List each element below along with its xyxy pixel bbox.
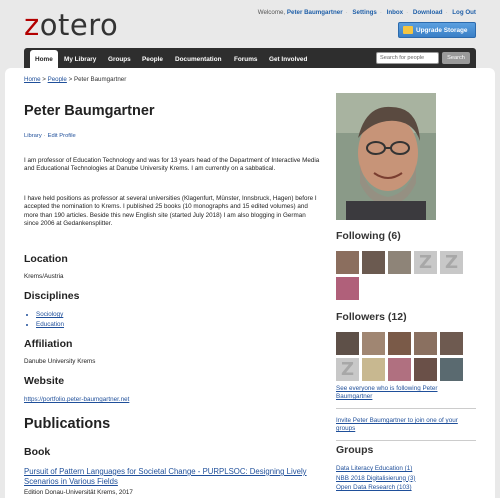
discipline-link[interactable]: Sociology xyxy=(36,311,63,318)
following-heading: Following (6) xyxy=(336,230,401,242)
edit-profile-link[interactable]: Edit Profile xyxy=(48,133,76,139)
portrait-image xyxy=(336,93,436,220)
publications-heading: Publications xyxy=(24,416,111,432)
nav-documentation[interactable]: Documentation xyxy=(170,50,227,68)
nav-my-library[interactable]: My Library xyxy=(59,50,101,68)
follower-avatar[interactable] xyxy=(440,332,463,355)
book-title-link[interactable]: Pursuit of Pattern Languages for Societa… xyxy=(24,467,324,487)
inbox-link[interactable]: Inbox xyxy=(387,9,404,16)
people-search-input[interactable]: Search for people xyxy=(376,52,439,64)
breadcrumb-people[interactable]: People xyxy=(48,76,67,83)
following-avatar[interactable] xyxy=(362,251,385,274)
breadcrumb-current: Peter Baumgartner xyxy=(73,76,127,83)
follower-avatar[interactable] xyxy=(440,358,463,381)
nav-home[interactable]: Home xyxy=(30,50,58,68)
list-item: Education xyxy=(36,320,64,330)
following-avatar[interactable] xyxy=(336,251,359,274)
follower-avatar[interactable] xyxy=(414,358,437,381)
location-heading: Location xyxy=(24,253,68,265)
follower-avatar[interactable] xyxy=(414,332,437,355)
list-item: Open Data Research (103) xyxy=(336,483,415,493)
follower-avatar-default[interactable]: Z xyxy=(336,358,359,381)
follower-avatar[interactable] xyxy=(388,332,411,355)
follower-avatar[interactable] xyxy=(362,332,385,355)
upgrade-storage-button[interactable]: Upgrade Storage xyxy=(398,22,476,38)
list-item: Data Literacy Education (1) xyxy=(336,464,415,474)
groups-heading: Groups xyxy=(336,444,374,456)
zotero-logo[interactable]: zotero xyxy=(24,8,118,42)
groups-list: Data Literacy Education (1) NBB 2018 Dig… xyxy=(336,464,415,493)
disciplines-heading: Disciplines xyxy=(24,290,80,302)
divider xyxy=(336,408,476,409)
see-followers-link[interactable]: See everyone who is following Peter Baum… xyxy=(336,385,466,402)
profile-photo xyxy=(336,93,436,220)
group-link[interactable]: Data Literacy Education (1) xyxy=(336,465,412,472)
nav-people[interactable]: People xyxy=(137,50,168,68)
profile-links: Library · Edit Profile xyxy=(24,133,76,139)
nav-forums[interactable]: Forums xyxy=(229,50,262,68)
profile-name: Peter Baumgartner xyxy=(24,103,155,119)
bio-paragraph-2: I have held positions as professor at se… xyxy=(24,195,317,228)
website-link[interactable]: https://portfolio.peter-baumgartner.net xyxy=(24,396,129,403)
divider xyxy=(336,440,476,441)
affiliation-heading: Affiliation xyxy=(24,338,73,350)
main-nav: Home My Library Groups People Documentat… xyxy=(24,48,476,68)
affiliation-value: Danube University Krems xyxy=(24,358,96,365)
disciplines-list: Sociology Education xyxy=(36,310,64,330)
discipline-link[interactable]: Education xyxy=(36,321,64,328)
invite-to-group-link[interactable]: Invite Peter Baumgartner to join one of … xyxy=(336,417,466,434)
follower-avatar[interactable] xyxy=(336,332,359,355)
nav-groups[interactable]: Groups xyxy=(103,50,136,68)
library-link[interactable]: Library xyxy=(24,133,42,139)
download-link[interactable]: Download xyxy=(413,9,443,16)
username-link[interactable]: Peter Baumgartner xyxy=(287,9,343,16)
list-item: Sociology xyxy=(36,310,64,320)
user-links: Welcome, Peter Baumgartner · Settings · In… xyxy=(257,9,476,16)
followers-heading: Followers (12) xyxy=(336,311,407,323)
book-heading: Book xyxy=(24,446,51,458)
following-avatar-default[interactable]: Z xyxy=(414,251,437,274)
storage-icon xyxy=(403,26,413,34)
breadcrumb-home[interactable]: Home xyxy=(24,76,41,83)
follower-avatar[interactable] xyxy=(388,358,411,381)
group-link[interactable]: Open Data Research (103) xyxy=(336,484,412,491)
following-avatar-default[interactable]: Z xyxy=(440,251,463,274)
website-heading: Website xyxy=(24,375,65,387)
location-value: Krems/Austria xyxy=(24,273,64,280)
book-edition: Edition Donau-Universität Krems, 2017 xyxy=(24,489,133,496)
search-button[interactable]: Search xyxy=(442,52,470,64)
following-avatar[interactable] xyxy=(336,277,359,300)
list-item: NBB 2018 Digitalisierung (3) xyxy=(336,474,415,484)
following-avatar[interactable] xyxy=(388,251,411,274)
bio-paragraph-1: I am professor of Education Technology a… xyxy=(24,157,320,173)
nav-get-involved[interactable]: Get Involved xyxy=(264,50,312,68)
group-link[interactable]: NBB 2018 Digitalisierung (3) xyxy=(336,475,415,482)
logout-link[interactable]: Log Out xyxy=(452,9,476,16)
breadcrumb: Home > People > Peter Baumgartner xyxy=(24,76,127,83)
settings-link[interactable]: Settings xyxy=(352,9,376,16)
follower-avatar[interactable] xyxy=(362,358,385,381)
